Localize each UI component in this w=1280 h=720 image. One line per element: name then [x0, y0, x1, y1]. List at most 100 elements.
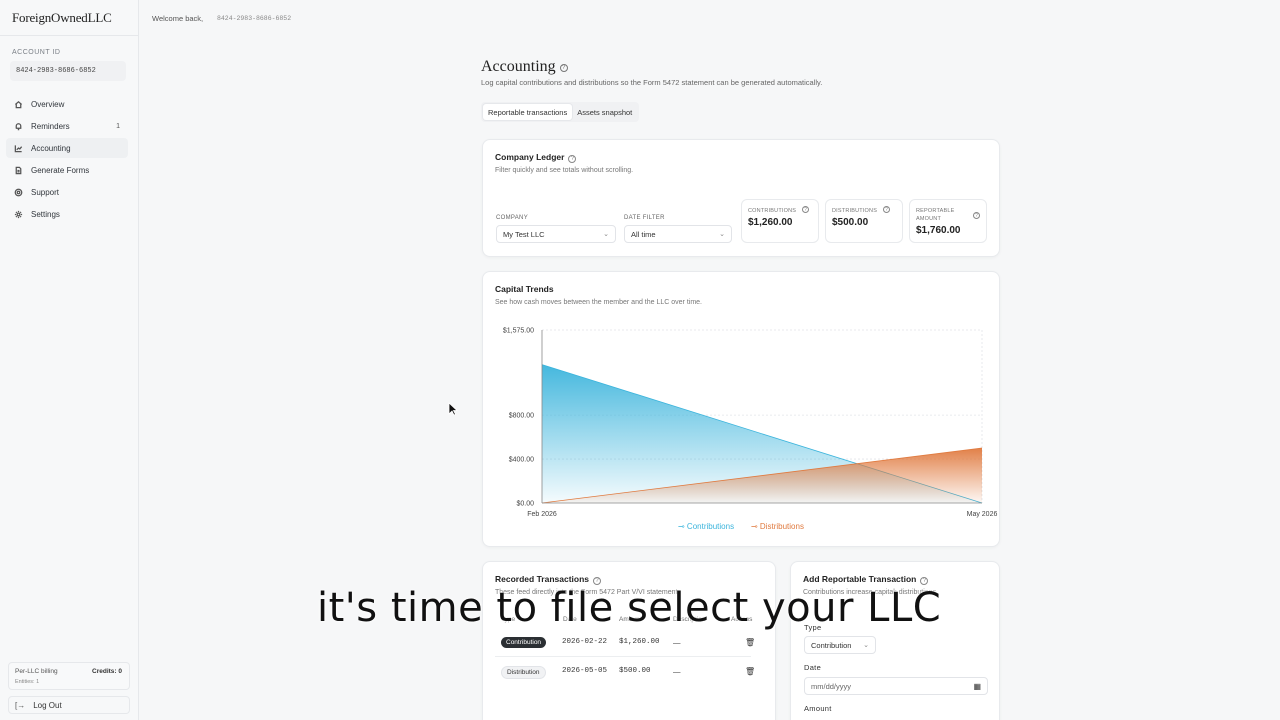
video-caption: it's time to file select your LLC: [317, 585, 942, 631]
welcome-account-id: 8424-2983-8686-6852: [217, 15, 292, 22]
sidebar-item-label: Overview: [31, 99, 65, 109]
type-select[interactable]: Contribution ⌄: [804, 636, 876, 654]
sidebar-item-reminders[interactable]: Reminders 1: [6, 116, 128, 136]
account-id-label: ACCOUNT ID: [12, 49, 61, 56]
stat-value: $500.00: [832, 217, 869, 228]
card-title: Recorded Transactions?: [495, 574, 602, 585]
divider: [0, 35, 139, 36]
chart-icon: [14, 144, 23, 152]
card-subtitle: Filter quickly and see totals without sc…: [495, 167, 634, 174]
chevron-down-icon: ⌄: [719, 231, 725, 238]
top-bar: Welcome back, 8424-2983-8686-6852: [139, 0, 1280, 36]
company-select[interactable]: My Test LLC ⌄: [496, 225, 616, 243]
reportable-amount-stat: REPORTABLE AMOUNT ? $1,760.00: [909, 199, 987, 243]
gear-icon: [14, 210, 23, 218]
file-icon: [15, 166, 22, 174]
y-tick-label: $400.00: [509, 457, 534, 464]
billing-title: Per-LLC billing: [15, 668, 58, 675]
brand-logo[interactable]: ForeignOwnedLLC: [12, 10, 112, 26]
stat-value: $1,760.00: [916, 225, 961, 236]
stat-label: REPORTABLE AMOUNT: [916, 208, 955, 222]
company-label: COMPANY: [496, 215, 528, 221]
sidebar-item-label: Support: [31, 187, 60, 197]
table-row: Distribution 2026-05-05 $500.00 — 🗑: [495, 658, 755, 686]
mouse-cursor-icon: [448, 402, 458, 416]
reminders-count-badge: 1: [116, 122, 120, 130]
date-input[interactable]: mm/dd/yyyy ▦: [804, 677, 988, 695]
help-icon[interactable]: ?: [883, 206, 890, 213]
amount-label: Amount: [804, 704, 832, 713]
contributions-stat: CONTRIBUTIONS ? $1,260.00: [741, 199, 819, 243]
tx-amount: $500.00: [619, 667, 651, 675]
help-circle-icon: [14, 188, 23, 196]
date-filter-select[interactable]: All time ⌄: [624, 225, 732, 243]
credits-count: Credits: 0: [92, 668, 122, 675]
company-ledger-card: Company Ledger? Filter quickly and see t…: [482, 139, 1000, 257]
legend-item-contributions: ⊸ Contributions: [678, 522, 734, 531]
logout-icon: [→: [15, 700, 26, 710]
logout-button[interactable]: [→ Log Out: [8, 696, 130, 714]
y-tick-label: $0.00: [516, 501, 534, 508]
card-title: Company Ledger?: [495, 152, 577, 163]
tx-date: 2026-05-05: [562, 667, 608, 675]
date-filter-label: DATE FILTER: [624, 215, 665, 221]
sidebar-item-label: Generate Forms: [31, 165, 90, 175]
distributions-stat: DISTRIBUTIONS ? $500.00: [825, 199, 903, 243]
sidebar-item-settings[interactable]: Settings: [6, 204, 128, 224]
tx-amount: $1,260.00: [619, 638, 660, 646]
home-icon: [14, 100, 23, 108]
x-tick-label: May 2026: [967, 511, 998, 518]
sidebar-item-support[interactable]: Support: [6, 182, 128, 202]
trash-icon[interactable]: 🗑: [745, 638, 755, 647]
welcome-text: Welcome back,: [152, 14, 204, 23]
bell-icon: [15, 122, 22, 130]
help-icon[interactable]: ?: [559, 64, 568, 72]
chevron-down-icon: ⌄: [863, 642, 869, 649]
help-icon[interactable]: ?: [973, 212, 980, 219]
sidebar: ForeignOwnedLLC ACCOUNT ID 8424-2983-868…: [0, 0, 139, 720]
account-id-value: 8424-2983-8686-6852: [10, 61, 126, 81]
sidebar-item-generate-forms[interactable]: Generate Forms: [6, 160, 128, 180]
tx-description: —: [673, 667, 681, 676]
sidebar-item-label: Reminders: [31, 121, 70, 131]
tx-description: —: [673, 638, 681, 647]
type-badge-contribution: Contribution: [501, 637, 547, 648]
type-badge-distribution: Distribution: [501, 666, 546, 679]
sidebar-nav: Overview Reminders 1 Accounting Generate…: [6, 94, 128, 226]
page-title: Accounting?: [481, 58, 568, 76]
help-icon[interactable]: ?: [802, 206, 809, 213]
help-icon[interactable]: ?: [920, 577, 929, 585]
table-row: Contribution 2026-02-22 $1,260.00 — 🗑: [495, 629, 755, 657]
chevron-down-icon: ⌄: [603, 231, 609, 238]
y-tick-label: $1,575.00: [503, 328, 534, 335]
tab-bar: Reportable transactions Assets snapshot: [481, 102, 640, 122]
sidebar-item-overview[interactable]: Overview: [6, 94, 128, 114]
page-subtitle: Log capital contributions and distributi…: [481, 78, 823, 87]
calendar-icon[interactable]: ▦: [973, 682, 981, 691]
logout-label: Log Out: [33, 700, 62, 710]
type-select-value: Contribution: [811, 641, 852, 650]
stat-label: DISTRIBUTIONS: [832, 208, 878, 214]
capital-trends-card: Capital Trends See how cash moves betwee…: [482, 271, 1000, 547]
date-filter-value: All time: [631, 230, 656, 239]
tab-reportable-transactions[interactable]: Reportable transactions: [483, 104, 573, 120]
company-select-value: My Test LLC: [503, 230, 545, 239]
card-title: Add Reportable Transaction?: [803, 574, 929, 585]
x-tick-label: Feb 2026: [527, 511, 557, 518]
help-icon[interactable]: ?: [568, 155, 577, 163]
help-icon[interactable]: ?: [593, 577, 602, 585]
tab-assets-snapshot[interactable]: Assets snapshot: [572, 104, 637, 120]
sidebar-item-label: Settings: [31, 209, 60, 219]
date-input-placeholder: mm/dd/yyyy: [811, 682, 852, 691]
billing-panel: Per-LLC billing Credits: 0 Entities: 1: [8, 662, 130, 690]
stat-value: $1,260.00: [748, 217, 793, 228]
entities-count: Entities: 1: [15, 679, 40, 685]
tx-date: 2026-02-22: [562, 638, 608, 646]
stat-label: CONTRIBUTIONS: [748, 208, 797, 214]
trash-icon[interactable]: 🗑: [745, 667, 755, 676]
y-tick-label: $800.00: [509, 413, 534, 420]
sidebar-item-accounting[interactable]: Accounting: [6, 138, 128, 158]
sidebar-item-label: Accounting: [31, 143, 71, 153]
capital-trends-chart: $0.00 $400.00 $800.00 $1,575.00 Feb 2026 May …: [503, 328, 998, 532]
legend-item-distributions: ⊸ Distributions: [751, 522, 804, 531]
